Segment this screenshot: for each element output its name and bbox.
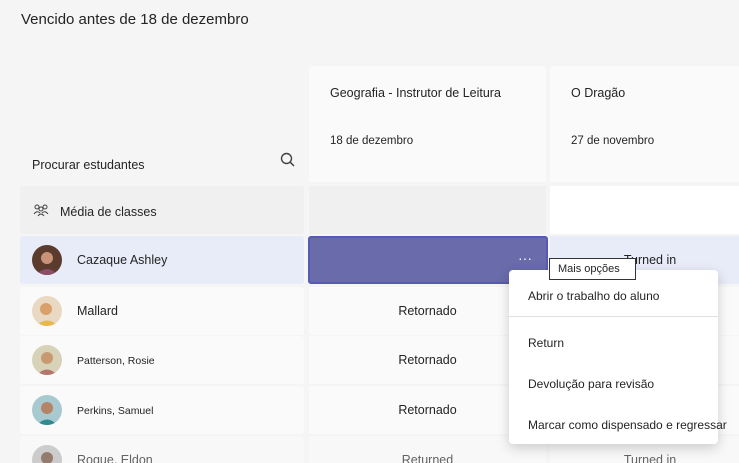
search-students-label: Procurar estudantes <box>32 158 145 172</box>
search-icon[interactable] <box>279 151 297 169</box>
avatar <box>32 245 62 275</box>
context-menu: Abrir o trabalho do aluno Return Devoluç… <box>509 270 727 444</box>
avatar <box>32 445 62 463</box>
assignment-name: Geografia - Instrutor de Leitura <box>330 86 501 100</box>
people-icon <box>33 202 49 218</box>
menu-item-return-for-revision[interactable]: Devolução para revisão <box>528 377 654 391</box>
class-average-row: Média de classes <box>20 186 739 234</box>
tooltip: Mais opções <box>549 258 636 280</box>
avatar <box>32 345 62 375</box>
menu-item-open-student-work[interactable]: Abrir o trabalho do aluno <box>528 289 659 303</box>
avatar <box>32 395 62 425</box>
assignment-column-header[interactable]: Geografia - Instrutor de Leitura 18 de d… <box>309 66 546 182</box>
grade-cell <box>550 186 739 234</box>
student-name: Mallard <box>77 304 118 318</box>
class-average-label: Média de classes <box>60 205 157 219</box>
menu-item-mark-excused[interactable]: Marcar como dispensado e regressar <box>528 418 727 432</box>
student-name: Perkins, Samuel <box>77 405 154 417</box>
assignment-date: 27 de novembro <box>571 135 655 147</box>
avatar <box>32 296 62 326</box>
student-name: Rogue, Eldon <box>77 453 153 463</box>
grade-cell <box>309 186 546 234</box>
assignment-date: 18 de dezembro <box>330 135 414 147</box>
menu-item-return[interactable]: Return <box>528 336 564 350</box>
page-title: Vencido antes de 18 de dezembro <box>21 11 249 28</box>
menu-divider <box>509 316 718 317</box>
student-name: Patterson, Rosie <box>77 355 155 367</box>
submission-status: Turned in <box>623 453 677 463</box>
assignment-column-header[interactable]: O Dragão 27 de novembro <box>550 66 739 182</box>
student-name: Cazaque Ashley <box>77 253 168 267</box>
submission-status: Returned <box>401 453 454 463</box>
more-options-icon[interactable]: ··· <box>512 248 538 272</box>
assignment-name: O Dragão <box>571 86 626 100</box>
